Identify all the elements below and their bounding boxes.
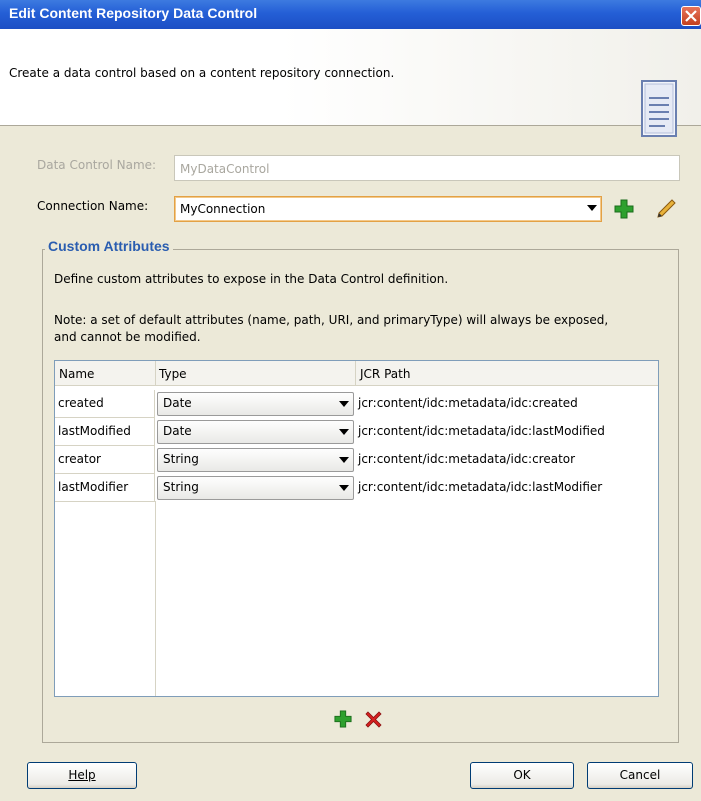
close-button[interactable]	[681, 6, 701, 26]
help-button[interactable]: Help	[27, 762, 137, 789]
row-type-select[interactable]: Date	[157, 392, 354, 416]
column-header-name[interactable]: Name	[59, 367, 94, 381]
dialog-description: Create a data control based on a content…	[9, 66, 395, 80]
connection-name-value: MyConnection	[180, 202, 266, 216]
cancel-button[interactable]: Cancel	[587, 762, 693, 789]
custom-attributes-title: Custom Attributes	[45, 238, 173, 254]
title-bar: Edit Content Repository Data Control	[0, 0, 701, 29]
column-header-type[interactable]: Type	[159, 367, 187, 381]
chevron-down-icon	[587, 205, 597, 211]
dialog-header: Create a data control based on a content…	[0, 29, 701, 137]
chevron-down-icon	[339, 429, 349, 435]
row-type-select[interactable]: String	[157, 448, 354, 472]
row-name: lastModified	[58, 424, 131, 438]
add-row-plus-icon[interactable]	[334, 710, 352, 728]
edit-connection-pencil-icon[interactable]	[655, 198, 677, 220]
ok-button[interactable]: OK	[470, 762, 574, 789]
row-jcr-path[interactable]: jcr:content/idc:metadata/idc:lastModifie…	[358, 480, 602, 494]
row-jcr-path[interactable]: jcr:content/idc:metadata/idc:creator	[358, 452, 575, 466]
table-row[interactable]: lastModifier String jcr:content/idc:meta…	[55, 474, 658, 503]
row-name: creator	[58, 452, 101, 466]
custom-attributes-description: Define custom attributes to expose in th…	[54, 272, 449, 286]
data-control-name-field[interactable]: MyDataControl	[174, 155, 680, 181]
connection-name-select[interactable]: MyConnection	[174, 196, 602, 222]
table-row[interactable]: created Date jcr:content/idc:metadata/id…	[55, 390, 658, 419]
dialog-title: Edit Content Repository Data Control	[9, 5, 258, 21]
close-icon	[685, 10, 697, 22]
document-icon	[641, 80, 677, 137]
add-connection-plus-icon[interactable]	[614, 199, 634, 219]
row-name: created	[58, 396, 104, 410]
table-header: Name Type JCR Path	[55, 361, 658, 386]
table-row[interactable]: creator String jcr:content/idc:metadata/…	[55, 446, 658, 475]
custom-attributes-note-line1: Note: a set of default attributes (name,…	[54, 313, 609, 327]
row-type-select[interactable]: Date	[157, 420, 354, 444]
row-jcr-path[interactable]: jcr:content/idc:metadata/idc:lastModifie…	[358, 424, 605, 438]
remove-row-x-icon[interactable]	[365, 711, 382, 728]
chevron-down-icon	[339, 485, 349, 491]
chevron-down-icon	[339, 401, 349, 407]
column-header-jcr-path[interactable]: JCR Path	[360, 367, 410, 381]
connection-name-label: Connection Name:	[37, 199, 149, 213]
row-type-select[interactable]: String	[157, 476, 354, 500]
attributes-table[interactable]: Name Type JCR Path created Date jcr:cont…	[54, 360, 659, 697]
row-jcr-path[interactable]: jcr:content/idc:metadata/idc:created	[358, 396, 578, 410]
data-control-name-label: Data Control Name:	[37, 158, 157, 172]
custom-attributes-note-line2: and cannot be modified.	[54, 330, 201, 344]
row-name: lastModifier	[58, 480, 129, 494]
table-row[interactable]: lastModified Date jcr:content/idc:metada…	[55, 418, 658, 447]
chevron-down-icon	[339, 457, 349, 463]
